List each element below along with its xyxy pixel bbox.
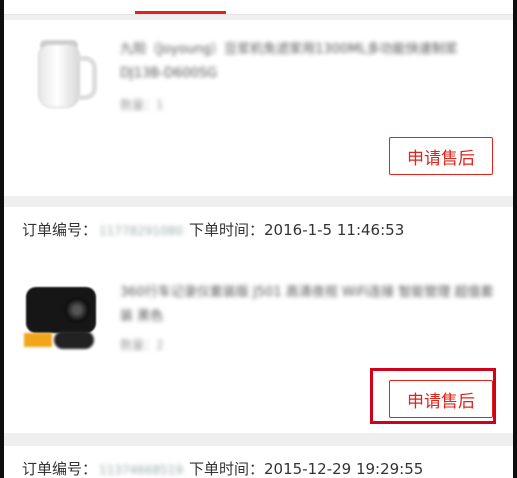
order-header: 订单编号： 11778291080 下单时间：2016-1-5 11:46:53 <box>4 207 513 254</box>
product-quantity: 数量：2 <box>120 338 164 352</box>
apply-after-sales-button[interactable]: 申请售后 <box>389 380 493 418</box>
dashcam-lens-shape <box>64 297 90 323</box>
order-number-label: 订单编号： <box>22 460 98 478</box>
order-header: 订单编号： 11374668519 下单时间：2015-12-29 19:29:55 <box>4 446 513 478</box>
order-time-value: 2015-12-29 19:29:55 <box>264 460 424 478</box>
order-list-screen: 九阳（Joyoung）豆浆机免滤家用1300ML多功能快速制浆DJ13B-D60… <box>4 0 513 478</box>
apply-after-sales-button[interactable]: 申请售后 <box>389 137 493 175</box>
product-thumbnail[interactable] <box>20 273 106 359</box>
order-time-label: 下单时间： <box>189 460 265 478</box>
soymilk-maker-handle-shape <box>76 56 97 100</box>
order-card: 360行车记录仪套装版 J501 高清夜视 WiFi连接 智能管理 超值套装 黑… <box>4 251 513 433</box>
product-thumbnail[interactable] <box>20 34 106 120</box>
order-number-value: 11374668519 <box>99 463 183 477</box>
order-tab-bar[interactable] <box>4 0 513 15</box>
soymilk-maker-body-shape <box>38 44 80 108</box>
dashcam-cable-shape <box>54 331 94 349</box>
order-number-value: 11778291080 <box>99 224 183 238</box>
active-tab-indicator <box>135 11 226 14</box>
product-title[interactable]: 360行车记录仪套装版 J501 高清夜视 WiFi连接 智能管理 超值套装 黑… <box>120 281 496 329</box>
product-title[interactable]: 九阳（Joyoung）豆浆机免滤家用1300ML多功能快速制浆DJ13B-D60… <box>120 38 496 86</box>
order-card: 九阳（Joyoung）豆浆机免滤家用1300ML多功能快速制浆DJ13B-D60… <box>4 20 513 196</box>
order-time-value: 2016-1-5 11:46:53 <box>264 221 405 239</box>
dashcam-tag-shape <box>24 333 52 347</box>
order-number-label: 订单编号： <box>22 221 98 239</box>
product-quantity: 数量：1 <box>120 98 164 112</box>
order-time-label: 下单时间： <box>189 221 265 239</box>
